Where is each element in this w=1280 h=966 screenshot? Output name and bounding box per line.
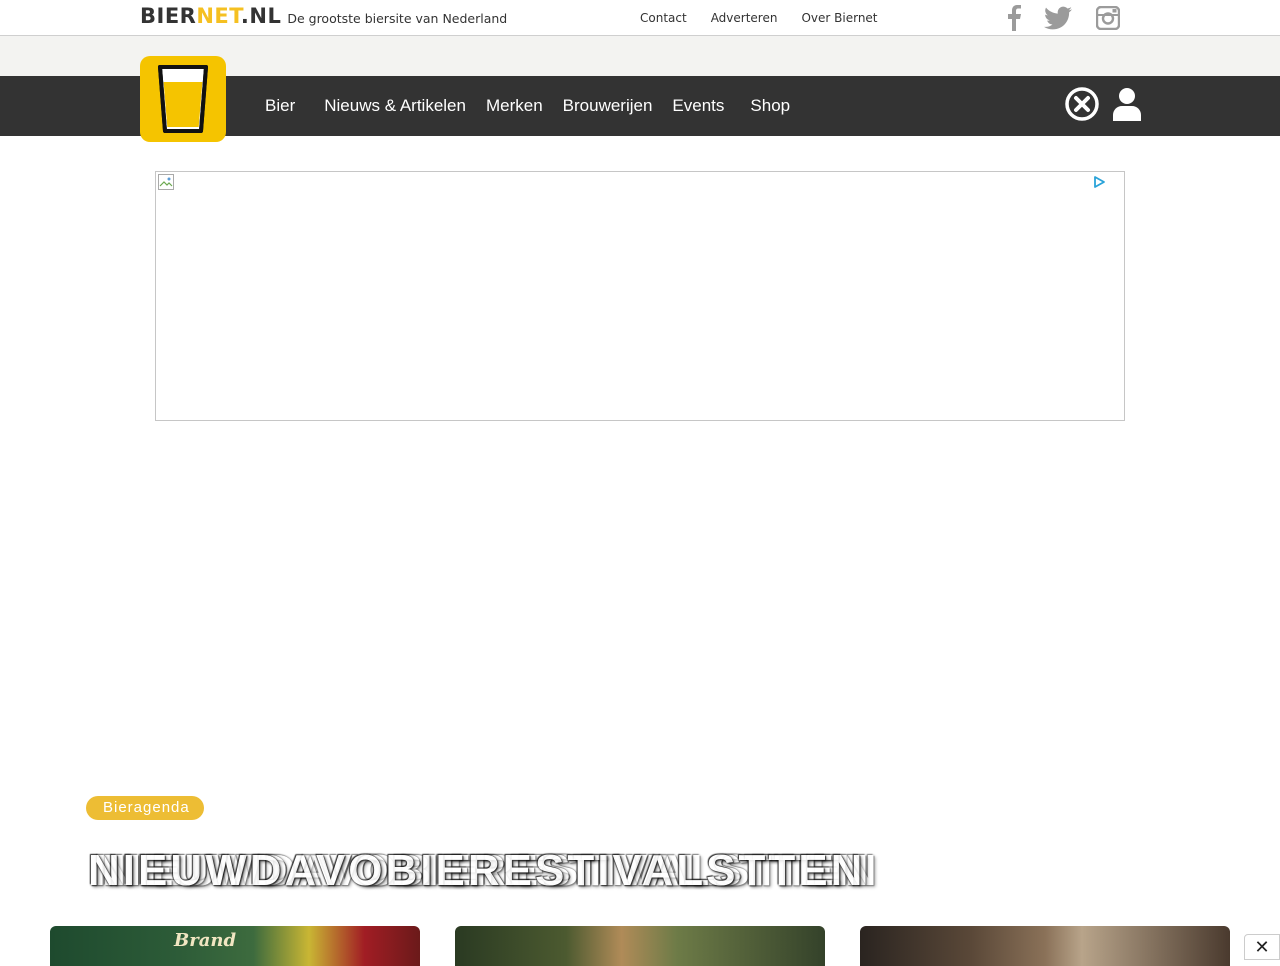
section-headline: NIEUWDAVOBIERESTIVALSTTEN NIEUWDAVOBIERE… (88, 846, 888, 902)
contact-link[interactable]: Contact (640, 11, 687, 25)
close-overlay-button[interactable]: ✕ (1244, 934, 1280, 960)
top-links: Contact Adverteren Over Biernet (640, 11, 878, 25)
site-logo-text[interactable]: BIERNET.NL (140, 4, 281, 28)
over-biernet-link[interactable]: Over Biernet (801, 11, 877, 25)
facebook-icon[interactable] (1000, 4, 1028, 32)
nav-item-nieuws-artikelen[interactable]: Nieuws & Artikelen (324, 96, 466, 116)
top-bar: BIERNET.NL De grootste biersite van Nede… (0, 0, 1280, 36)
adverteren-link[interactable]: Adverteren (711, 11, 778, 25)
beer-glass-logo-icon[interactable] (140, 56, 226, 142)
category-tag-bieragenda[interactable]: Bieragenda (86, 796, 204, 820)
instagram-icon[interactable] (1094, 4, 1122, 32)
adchoices-icon[interactable] (1092, 174, 1106, 188)
logo-part-bier: BIER (140, 4, 197, 28)
close-circle-icon[interactable] (1064, 86, 1100, 126)
site-tagline: De grootste biersite van Nederland (287, 11, 508, 26)
advertisement-banner[interactable] (155, 171, 1125, 421)
card-brand-label: Brand (174, 930, 237, 951)
nav-item-shop[interactable]: Shop (750, 96, 790, 116)
headline-text-layer: NIEUWDAVOBIERESTIVALSTTEN (88, 846, 866, 895)
article-card-image[interactable] (455, 926, 825, 966)
article-card-image[interactable]: Brand (50, 926, 420, 966)
nav-item-bier[interactable]: Bier (265, 96, 295, 116)
nav-item-brouwerijen[interactable]: Brouwerijen (563, 96, 653, 116)
main-nav: Bier Nieuws & Artikelen Merken Brouwerij… (265, 96, 790, 116)
broken-image-icon (158, 174, 174, 190)
twitter-icon[interactable] (1044, 4, 1072, 32)
site-brand[interactable]: BIERNET.NL De grootste biersite van Nede… (140, 4, 507, 32)
nav-item-merken[interactable]: Merken (486, 96, 543, 116)
logo-part-nl: .NL (240, 4, 282, 28)
nav-actions (1064, 86, 1142, 126)
user-icon[interactable] (1112, 87, 1142, 125)
nav-item-events[interactable]: Events (672, 96, 724, 116)
article-card-image[interactable] (860, 926, 1230, 966)
social-links (1000, 4, 1122, 32)
logo-part-net: NET (196, 4, 241, 28)
